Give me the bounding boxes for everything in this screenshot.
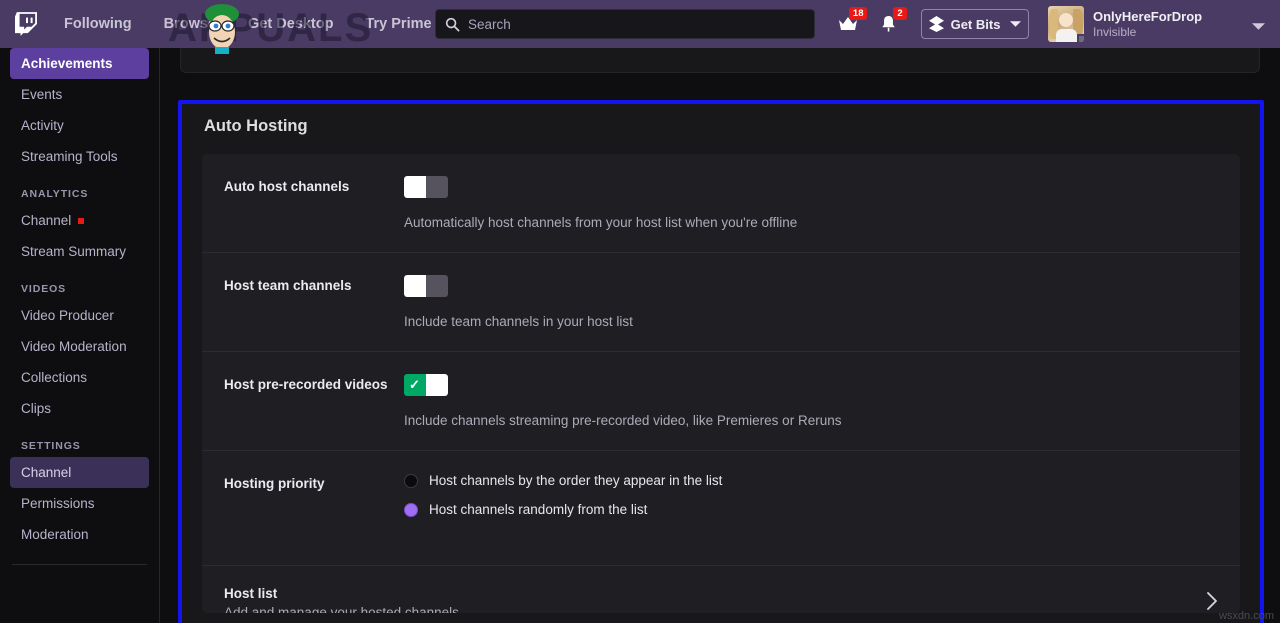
watermark-source: wsxdn.com: [1218, 610, 1274, 622]
sidebar-item-label: Channel: [21, 465, 72, 480]
radio-button-selected: [404, 502, 418, 517]
nav-item-try-prime[interactable]: Try Prime: [365, 16, 431, 32]
left-sidebar: Achievements Events Activity Streaming T…: [0, 48, 160, 623]
setting-label: Host team channels: [224, 278, 352, 293]
user-display-name: OnlyHereForDrop: [1093, 8, 1203, 24]
setting-row-host-list[interactable]: Host list Add and manage your hosted cha…: [202, 566, 1240, 613]
sidebar-item-label: Streaming Tools: [21, 149, 118, 164]
sidebar-item-label: Collections: [21, 370, 88, 385]
sidebar-item-label: Moderation: [21, 527, 89, 542]
radio-label: Host channels by the order they appear i…: [429, 473, 723, 488]
sidebar-item-label: Clips: [21, 401, 52, 416]
sidebar-item-moderation[interactable]: Moderation: [10, 519, 149, 550]
auto-hosting-panel: Auto host channels Automatically host ch…: [202, 154, 1240, 613]
chevron-right-icon[interactable]: [1206, 591, 1218, 614]
sidebar-item-collections[interactable]: Collections: [10, 362, 149, 393]
setting-row-host-pre-recorded-videos: Host pre-recorded videos ✓ Include chann…: [202, 352, 1240, 451]
setting-row-auto-host-channels: Auto host channels Automatically host ch…: [202, 154, 1240, 253]
sidebar-item-streaming-tools[interactable]: Streaming Tools: [10, 141, 149, 172]
host-team-channels-toggle[interactable]: [404, 275, 448, 297]
radio-button: [404, 473, 418, 488]
sidebar-heading-analytics: ANALYTICS: [21, 188, 89, 200]
sidebar-item-permissions[interactable]: Permissions: [10, 488, 149, 519]
sidebar-item-activity[interactable]: Activity: [10, 110, 149, 141]
page-title: Auto Hosting: [204, 117, 308, 135]
sidebar-item-channel-settings[interactable]: Channel: [10, 457, 149, 488]
sidebar-item-label: Video Producer: [21, 308, 114, 323]
radio-label: Host channels randomly from the list: [429, 502, 648, 517]
toggle-knob: [426, 374, 448, 396]
sidebar-item-label: Video Moderation: [21, 339, 127, 354]
primary-nav: Following Browse Get Desktop Try Prime •…: [64, 14, 481, 35]
main-content: Auto Hosting Auto host channels Automati…: [161, 48, 1280, 623]
nav-item-browse[interactable]: Browse: [164, 16, 216, 32]
sidebar-divider: [12, 564, 147, 565]
search-input[interactable]: [468, 16, 814, 32]
host-pre-recorded-videos-toggle[interactable]: ✓: [404, 374, 448, 396]
setting-row-hosting-priority: Hosting priority Host channels by the or…: [202, 451, 1240, 566]
user-account-button[interactable]: OnlyHereForDrop Invisible: [1048, 6, 1202, 42]
setting-description: Include team channels in your host list: [404, 314, 633, 329]
host-list-title: Host list: [224, 586, 278, 601]
auto-hosting-section: Auto Hosting Auto host channels Automati…: [178, 100, 1264, 623]
hosting-priority-option-ordered[interactable]: Host channels by the order they appear i…: [404, 473, 1240, 488]
get-bits-label: Get Bits: [950, 16, 1001, 32]
sidebar-heading-settings: SETTINGS: [21, 440, 81, 452]
sidebar-item-video-producer[interactable]: Video Producer: [10, 300, 149, 331]
avatar: [1048, 6, 1084, 42]
prime-badge-count: 18: [849, 7, 867, 20]
sidebar-item-label: Stream Summary: [21, 244, 127, 259]
sidebar-item-channel-analytics[interactable]: Channel: [10, 205, 149, 236]
host-list-link[interactable]: Host list Add and manage your hosted cha…: [202, 566, 1240, 613]
search-bar[interactable]: [435, 9, 815, 39]
checkmark-icon: ✓: [409, 377, 420, 392]
sidebar-item-label: Achievements: [21, 56, 113, 71]
hosting-priority-option-random[interactable]: Host channels randomly from the list: [404, 502, 1240, 517]
search-icon: [445, 17, 460, 32]
setting-description: Automatically host channels from your ho…: [404, 215, 798, 230]
setting-row-host-team-channels: Host team channels Include team channels…: [202, 253, 1240, 352]
sidebar-item-label: Channel: [21, 213, 72, 228]
chevron-down-icon: [1010, 21, 1022, 27]
top-navigation-bar: Following Browse Get Desktop Try Prime •…: [0, 0, 1280, 48]
user-status-label: Invisible: [1093, 24, 1137, 39]
sidebar-heading-videos: VIDEOS: [21, 283, 67, 295]
sidebar-item-video-moderation[interactable]: Video Moderation: [10, 331, 149, 362]
sidebar-item-events[interactable]: Events: [10, 79, 149, 110]
prime-crown-button[interactable]: 18: [833, 7, 867, 39]
setting-label: Auto host channels: [224, 179, 350, 194]
setting-label: Hosting priority: [224, 476, 325, 491]
sidebar-item-stream-summary[interactable]: Stream Summary: [10, 236, 149, 267]
sidebar-item-clips[interactable]: Clips: [10, 393, 149, 424]
sidebar-item-label: Activity: [21, 118, 64, 133]
host-list-subtitle: Add and manage your hosted channels: [224, 605, 459, 613]
bits-icon: [928, 16, 944, 32]
sidebar-item-achievements[interactable]: Achievements: [10, 48, 149, 79]
twitch-logo-icon[interactable]: [14, 11, 38, 37]
toggle-knob: [404, 176, 426, 198]
alert-dot-icon: [78, 217, 85, 224]
auto-host-channels-toggle[interactable]: [404, 176, 448, 198]
sidebar-item-label: Permissions: [21, 496, 95, 511]
toggle-knob: [404, 275, 426, 297]
setting-description: Include channels streaming pre-recorded …: [404, 413, 842, 428]
nav-item-get-desktop[interactable]: Get Desktop: [248, 16, 333, 32]
nav-item-following[interactable]: Following: [64, 16, 132, 32]
sidebar-item-label: Events: [21, 87, 63, 102]
setting-label: Host pre-recorded videos: [224, 377, 388, 392]
get-bits-button[interactable]: Get Bits: [921, 9, 1029, 39]
notifications-button[interactable]: 2: [873, 7, 907, 39]
status-indicator: [1077, 34, 1084, 42]
previous-settings-card-partial: [180, 48, 1260, 73]
account-menu-chevron-down-icon[interactable]: [1252, 18, 1265, 36]
notifications-badge-count: 2: [893, 7, 907, 20]
